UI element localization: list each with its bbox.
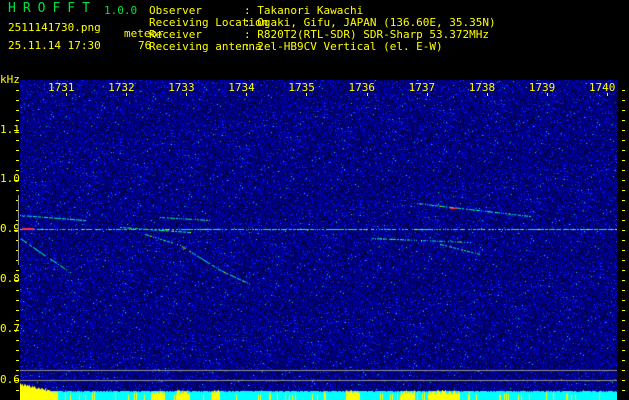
y-tick-right	[622, 250, 625, 251]
x-tick-label: 1735	[288, 81, 315, 94]
y-tick-right	[622, 140, 625, 141]
x-tick-label: 1732	[108, 81, 135, 94]
y-tick	[16, 90, 19, 91]
y-tick-right	[622, 100, 625, 101]
y-axis-unit: kHz	[0, 73, 20, 86]
y-tick	[16, 110, 19, 111]
y-tick	[16, 190, 19, 191]
y-tick	[16, 290, 19, 291]
y-tick	[16, 360, 19, 361]
x-tick	[306, 93, 308, 96]
y-tick-right	[622, 160, 625, 161]
y-tick	[16, 120, 19, 121]
y-tick-label: 0.9	[0, 222, 20, 235]
y-tick-right	[622, 150, 625, 151]
y-tick	[14, 330, 19, 331]
y-tick	[16, 140, 19, 141]
x-tick	[246, 93, 248, 96]
y-tick	[16, 300, 19, 301]
x-tick	[606, 93, 608, 96]
y-tick-label: 0.7	[0, 322, 20, 335]
y-tick-right	[622, 380, 625, 381]
x-tick-label: 1739	[528, 81, 556, 94]
x-tick	[546, 93, 548, 96]
y-tick-right	[622, 340, 625, 341]
y-tick-label: 1.0	[0, 172, 20, 185]
y-tick-right	[622, 210, 625, 211]
left-marker	[18, 195, 19, 265]
y-tick-right	[622, 270, 625, 271]
y-tick	[16, 160, 19, 161]
x-tick	[186, 93, 188, 96]
x-tick	[366, 93, 368, 96]
y-tick-right	[622, 350, 625, 351]
x-tick	[486, 93, 488, 96]
y-tick-right	[622, 90, 625, 91]
y-tick	[16, 320, 19, 321]
y-tick-right	[622, 110, 625, 111]
y-tick-right	[622, 170, 625, 171]
y-tick-right	[622, 360, 625, 361]
y-tick-right	[622, 390, 625, 391]
y-tick	[14, 130, 19, 131]
y-tick-label: 0.8	[0, 272, 20, 285]
y-tick	[16, 370, 19, 371]
y-tick	[14, 180, 19, 181]
info-value-antenna: : 2el-HB9CV Vertical (el. E-W)	[244, 40, 443, 53]
y-tick-right	[622, 180, 625, 181]
y-tick-right	[622, 120, 625, 121]
y-tick-right	[622, 220, 625, 221]
y-tick-right	[622, 240, 625, 241]
x-tick	[126, 93, 128, 96]
x-tick-label: 1738	[468, 81, 496, 94]
y-tick	[16, 310, 19, 311]
y-tick-right	[622, 230, 625, 231]
y-tick	[16, 170, 19, 171]
file-name: 2511141730.png	[8, 21, 101, 34]
y-tick-right	[622, 190, 625, 191]
spectrogram	[20, 80, 617, 400]
date-time: 25.11.14 17:30	[8, 39, 101, 52]
y-tick-right	[622, 200, 625, 201]
x-tick-label: 1737	[408, 81, 436, 94]
y-tick	[16, 100, 19, 101]
x-tick-label: 1733	[168, 81, 195, 94]
y-tick	[14, 280, 19, 281]
y-tick	[16, 350, 19, 351]
x-tick	[66, 93, 67, 96]
y-tick-right	[622, 290, 625, 291]
y-tick-right	[622, 280, 625, 281]
app-version: 1.0.0	[104, 4, 138, 17]
y-tick	[16, 340, 19, 341]
x-tick-label: 1734	[228, 81, 255, 94]
y-tick-right	[622, 300, 625, 301]
y-tick-right	[622, 310, 625, 311]
y-tick-right	[622, 130, 625, 131]
y-tick	[16, 390, 19, 391]
x-tick-label: 1740	[588, 81, 616, 94]
y-tick	[16, 270, 19, 271]
x-tick-label: 1731	[48, 81, 75, 94]
y-tick	[14, 380, 19, 381]
app-title: HROFFT	[8, 1, 97, 16]
y-tick-right	[622, 260, 625, 261]
x-tick-label: 1736	[348, 81, 376, 94]
y-tick-right	[622, 330, 625, 331]
y-tick-right	[622, 320, 625, 321]
y-tick-right	[622, 370, 625, 371]
y-tick	[16, 150, 19, 151]
x-tick	[426, 93, 428, 96]
